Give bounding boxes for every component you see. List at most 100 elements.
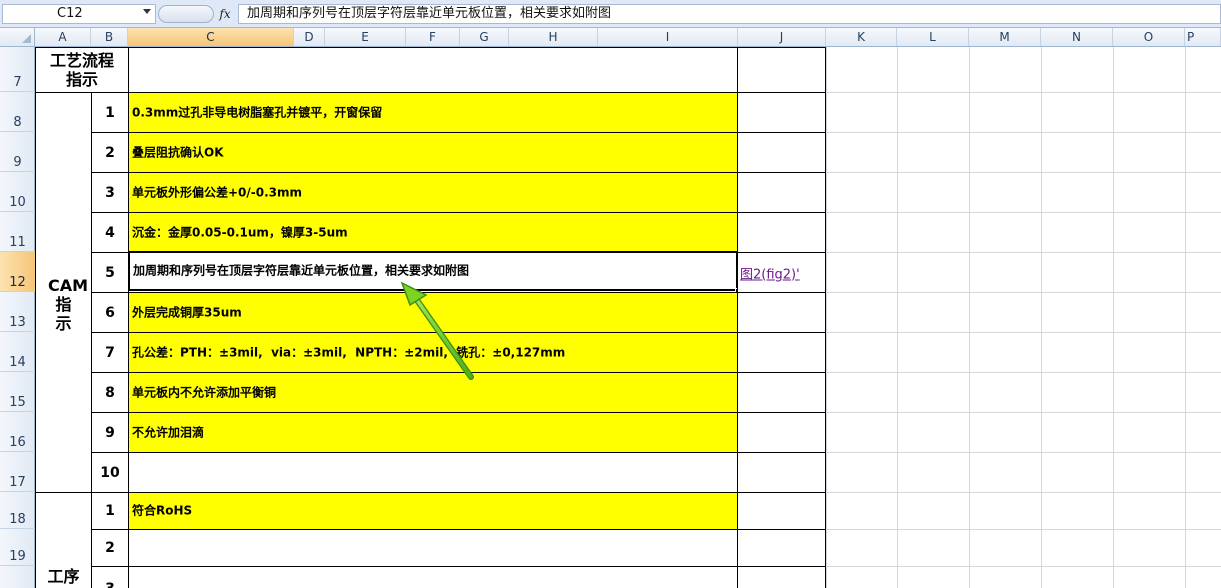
row-header-7[interactable]: 7 (0, 47, 35, 92)
cell-j19[interactable] (737, 529, 826, 567)
cell-b16[interactable]: 9 (91, 412, 129, 453)
row-header-11[interactable]: 11 (0, 212, 35, 252)
cell-c16[interactable]: 不允许加泪滴 (128, 412, 738, 453)
cell-b20[interactable]: 3 (91, 566, 129, 588)
cell-c7[interactable] (128, 47, 738, 93)
cell-j17[interactable] (737, 452, 826, 493)
cell-j16[interactable] (737, 412, 826, 453)
cell-b18[interactable]: 1 (91, 492, 129, 530)
cell-b14[interactable]: 7 (91, 332, 129, 373)
column-header-a[interactable]: A (35, 28, 91, 46)
gridline (826, 47, 827, 588)
cell-b13[interactable]: 6 (91, 292, 129, 333)
column-header-e[interactable]: E (325, 28, 406, 46)
column-header-l[interactable]: L (897, 28, 969, 46)
cell-c19[interactable] (128, 529, 738, 567)
cell-c9[interactable]: 叠层阻抗确认OK (128, 132, 738, 173)
name-box-dropdown-icon[interactable] (143, 9, 151, 14)
cell-j12[interactable]: 图2(fig2)' (737, 252, 826, 293)
column-header-b[interactable]: B (91, 28, 128, 46)
item-number: 10 (100, 464, 120, 481)
item-text: 符合RoHS (132, 503, 193, 518)
cell-b11[interactable]: 4 (91, 212, 129, 253)
select-all-button[interactable] (0, 28, 35, 46)
item-number: 8 (105, 384, 115, 401)
cell-c8[interactable]: 0.3mm过孔非导电树脂塞孔并镀平，开窗保留 (128, 92, 738, 133)
cell-j18[interactable] (737, 492, 826, 530)
column-header-h[interactable]: H (509, 28, 598, 46)
formula-bar: C12 fx 加周期和序列号在顶层字符层靠近单元板位置，相关要求如附图 (0, 0, 1221, 28)
column-header-o[interactable]: O (1113, 28, 1185, 46)
cell-j14[interactable] (737, 332, 826, 373)
cell-b10[interactable]: 3 (91, 172, 129, 213)
column-header-f[interactable]: F (406, 28, 460, 46)
item-text: 孔公差：PTH：±3mil, via：±3mil, NPTH：±2mil, 铣孔… (132, 344, 566, 359)
cell-j10[interactable] (737, 172, 826, 213)
item-text: 单元板外形偏公差+0/-0.3mm (132, 184, 303, 199)
cell-b15[interactable]: 8 (91, 372, 129, 413)
gridline (969, 47, 970, 588)
item-number: 1 (105, 104, 115, 121)
cell-c18[interactable]: 符合RoHS (128, 492, 738, 530)
row-header-18[interactable]: 18 (0, 492, 35, 529)
cell-j20[interactable] (737, 566, 826, 588)
cell-a8-merged[interactable]: CAM指示 (35, 92, 92, 493)
item-text: 0.3mm过孔非导电树脂塞孔并镀平，开窗保留 (132, 104, 383, 119)
cell-c11[interactable]: 沉金：金厚0.05-0.1um，镍厚3-5um (128, 212, 738, 253)
cell-b8[interactable]: 1 (91, 92, 129, 133)
cell-b12[interactable]: 5 (91, 252, 129, 293)
row-header-19[interactable]: 19 (0, 529, 35, 566)
item-text: 不允许加泪滴 (132, 424, 205, 439)
cell-c13[interactable]: 外层完成铜厚35um (128, 292, 738, 333)
item-text: 外层完成铜厚35um (132, 304, 242, 319)
item-number: 3 (105, 184, 115, 201)
cell-j7[interactable] (737, 47, 826, 93)
formula-bar-splitter[interactable] (158, 5, 214, 23)
cell-a7[interactable]: 工艺流程指示 (35, 47, 129, 93)
cell-j8[interactable] (737, 92, 826, 133)
row-header-12[interactable]: 12 (0, 252, 35, 292)
row-header-15[interactable]: 15 (0, 372, 35, 412)
cell-c20[interactable] (128, 566, 738, 588)
row-header-10[interactable]: 10 (0, 172, 35, 212)
cell-b17[interactable]: 10 (91, 452, 129, 493)
cell-a18-merged[interactable]: 工序 (35, 492, 92, 588)
column-header-k[interactable]: K (826, 28, 897, 46)
cell-j13[interactable] (737, 292, 826, 333)
cell-j15[interactable] (737, 372, 826, 413)
formula-input[interactable]: 加周期和序列号在顶层字符层靠近单元板位置，相关要求如附图 (238, 4, 1221, 24)
column-header-p[interactable]: P (1185, 28, 1221, 46)
column-header-n[interactable]: N (1041, 28, 1113, 46)
column-header-i[interactable]: I (598, 28, 738, 46)
row-header-9[interactable]: 9 (0, 132, 35, 172)
column-header-c[interactable]: C (128, 28, 294, 46)
cell-c15[interactable]: 单元板内不允许添加平衡铜 (128, 372, 738, 413)
select-all-icon (22, 34, 31, 43)
row-header-8[interactable]: 8 (0, 92, 35, 132)
item-text: 沉金：金厚0.05-0.1um，镍厚3-5um (132, 224, 348, 239)
column-header-m[interactable]: M (969, 28, 1041, 46)
cell-j11[interactable] (737, 212, 826, 253)
worksheet-grid[interactable]: 工艺流程指示 CAM指示 1 0.3mm过孔非导电树脂塞孔并镀平，开窗保留 2 … (35, 47, 1221, 588)
column-header-d[interactable]: D (294, 28, 325, 46)
row-header-13[interactable]: 13 (0, 292, 35, 332)
cell-c14[interactable]: 孔公差：PTH：±3mil, via：±3mil, NPTH：±2mil, 铣孔… (128, 332, 738, 373)
cell-c17[interactable] (128, 452, 738, 493)
row-header-16[interactable]: 16 (0, 412, 35, 452)
cell-b19[interactable]: 2 (91, 529, 129, 567)
row-header-17[interactable]: 17 (0, 452, 35, 492)
active-cell-c12[interactable]: 加周期和序列号在顶层字符层靠近单元板位置，相关要求如附图 (128, 251, 738, 291)
insert-function-icon[interactable]: fx (216, 5, 234, 23)
row-header-14[interactable]: 14 (0, 332, 35, 372)
item-number: 2 (105, 540, 115, 556)
cell-c10[interactable]: 单元板外形偏公差+0/-0.3mm (128, 172, 738, 213)
hyperlink-fig2[interactable]: 图2(fig2)' (740, 263, 800, 282)
name-box[interactable]: C12 (2, 4, 156, 24)
cell-b9[interactable]: 2 (91, 132, 129, 173)
section-label-procedure: 工序 (47, 567, 80, 586)
gridline (1185, 47, 1186, 588)
column-header-j[interactable]: J (738, 28, 826, 46)
gridline (1041, 47, 1042, 588)
column-header-g[interactable]: G (460, 28, 509, 46)
cell-j9[interactable] (737, 132, 826, 173)
